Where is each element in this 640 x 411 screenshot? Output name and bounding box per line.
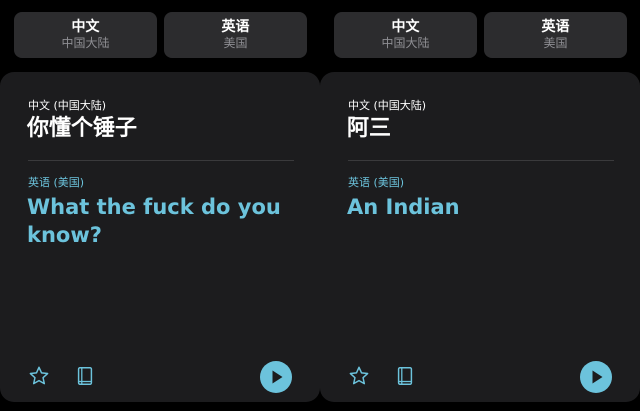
translation-card: 中文 (中国大陆) 阿三 英语 (美国) An Indian xyxy=(320,72,640,402)
target-language-region: 美国 xyxy=(543,36,568,50)
play-icon xyxy=(272,370,283,384)
source-language-region: 中国大陆 xyxy=(61,36,110,50)
book-icon[interactable] xyxy=(394,365,416,387)
target-text: An Indian xyxy=(347,195,460,219)
divider xyxy=(28,160,294,161)
play-icon xyxy=(592,370,603,384)
source-text-label: 中文 (中国大陆) xyxy=(28,99,107,112)
target-language-name: 英语 xyxy=(221,19,250,35)
target-language-button[interactable]: 英语 美国 xyxy=(164,12,307,58)
source-language-name: 中文 xyxy=(71,19,100,35)
source-text-label: 中文 (中国大陆) xyxy=(348,99,427,112)
source-language-button[interactable]: 中文 中国大陆 xyxy=(14,12,157,58)
translation-panel-right: 中文 中国大陆 英语 美国 中文 (中国大陆) 阿三 英语 (美国) An In… xyxy=(320,0,640,411)
source-language-name: 中文 xyxy=(391,19,420,35)
star-icon[interactable] xyxy=(28,365,50,387)
target-language-name: 英语 xyxy=(541,19,570,35)
source-language-region: 中国大陆 xyxy=(381,36,430,50)
target-language-region: 美国 xyxy=(223,36,248,50)
divider xyxy=(348,160,614,161)
play-button[interactable] xyxy=(260,361,292,393)
source-text: 阿三 xyxy=(347,116,392,141)
star-icon[interactable] xyxy=(348,365,370,387)
source-text: 你懂个锤子 xyxy=(27,116,138,141)
source-language-button[interactable]: 中文 中国大陆 xyxy=(334,12,477,58)
target-text-label: 英语 (美国) xyxy=(348,176,405,189)
play-button[interactable] xyxy=(580,361,612,393)
target-text-label: 英语 (美国) xyxy=(28,176,85,189)
book-icon[interactable] xyxy=(74,365,96,387)
translation-panel-left: 中文 中国大陆 英语 美国 中文 (中国大陆) 你懂个锤子 英语 (美国) Wh… xyxy=(0,0,320,411)
translation-card: 中文 (中国大陆) 你懂个锤子 英语 (美国) What the fuck do… xyxy=(0,72,320,402)
target-language-button[interactable]: 英语 美国 xyxy=(484,12,627,58)
target-text: What the fuck do you know? xyxy=(27,195,281,247)
